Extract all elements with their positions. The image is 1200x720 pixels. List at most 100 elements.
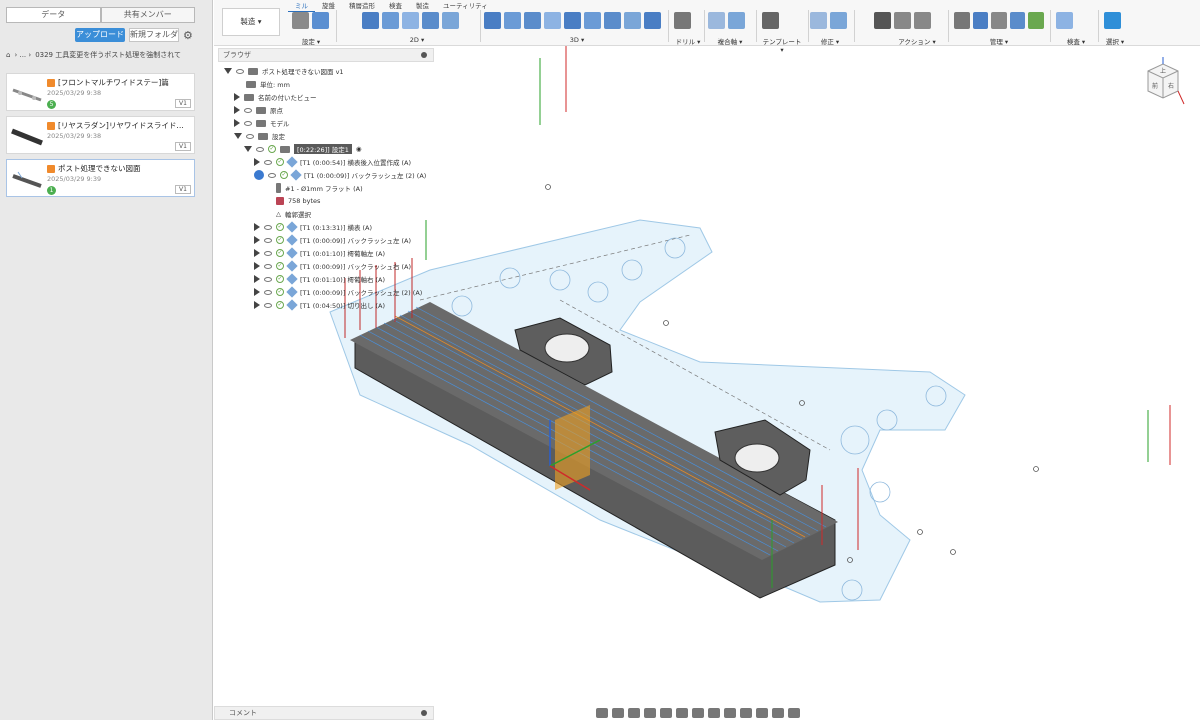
status-badge: 1 bbox=[47, 186, 56, 195]
design-icon bbox=[47, 121, 55, 130]
visibility-eye-icon[interactable] bbox=[264, 289, 272, 295]
steep-shallow-icon bbox=[524, 12, 541, 29]
grid-icon[interactable] bbox=[692, 707, 704, 718]
tree-item-operation[interactable]: ✓ [T1 (0:00:54)] 横表後入位置作成 (A) bbox=[254, 156, 411, 168]
tree-item-named-views[interactable]: 名前の付いたビュー bbox=[234, 91, 317, 103]
toolbar-group-2d[interactable]: 2D ▾ bbox=[362, 12, 472, 44]
visibility-eye-icon[interactable] bbox=[264, 250, 272, 256]
task-manager-icon bbox=[1028, 12, 1044, 29]
view-cube-front[interactable]: 前 bbox=[1152, 82, 1158, 90]
toolbar-group-template[interactable]: テンプレート ▾ bbox=[762, 12, 802, 54]
tab-utilities[interactable]: ユーティリティ bbox=[436, 2, 495, 12]
visibility-eye-icon[interactable] bbox=[264, 237, 272, 243]
toolbar-group-manage[interactable]: 管理 ▾ bbox=[954, 12, 1044, 46]
upload-button[interactable]: アップロード bbox=[75, 28, 125, 42]
tree-item-setup1[interactable]: ✓ [0:22:26]] 設定1 ◉ bbox=[244, 143, 362, 155]
pan-icon[interactable] bbox=[628, 707, 640, 718]
panel-pin-icon[interactable] bbox=[421, 710, 427, 716]
visibility-eye-icon[interactable] bbox=[244, 107, 252, 113]
tree-item-units[interactable]: 単位: mm bbox=[246, 78, 290, 90]
tree-item-operation[interactable]: ✓ [T1 (0:04:50)] 切り出し (A) bbox=[254, 299, 385, 311]
new-folder-button[interactable]: 新規フォルダ bbox=[129, 28, 179, 42]
version-dropdown[interactable]: V1 bbox=[175, 99, 191, 108]
toolbar-group-inspect[interactable]: 検査 ▾ bbox=[1056, 12, 1096, 46]
visibility-eye-icon[interactable] bbox=[264, 263, 272, 269]
tree-item-operation[interactable]: ✓ [T1 (0:00:09)] バックラッシュ左 (A) bbox=[254, 234, 411, 246]
tree-item-tool[interactable]: #1 - Ø1mm フラット (A) bbox=[276, 182, 363, 194]
tree-item-operation[interactable]: ✓ [T1 (0:13:31)] 横表 (A) bbox=[254, 221, 372, 233]
tree-item-operation[interactable]: ✓ [T1 (0:01:10)] 樗葡軸左 (A) bbox=[254, 247, 385, 259]
browser-header[interactable]: ブラウザ bbox=[218, 48, 434, 62]
orbit-icon[interactable] bbox=[596, 707, 608, 718]
tree-item-operation[interactable]: ✓ [T1 (0:00:09)] バックラッシュ左 (2) (A) bbox=[254, 169, 426, 181]
tab-mill[interactable]: ミル bbox=[288, 2, 315, 12]
fit-icon[interactable] bbox=[660, 707, 672, 718]
contour-select-icon: △ bbox=[276, 210, 281, 218]
target-icon[interactable]: ◉ bbox=[356, 145, 362, 153]
toolbar-group-modify[interactable]: 修正 ▾ bbox=[810, 12, 850, 46]
view-cube[interactable]: 上 前 右 bbox=[1138, 56, 1188, 108]
toolbar-group-drill[interactable]: ドリル ▾ bbox=[674, 12, 702, 46]
toolbar-group-multiaxis[interactable]: 複合軸 ▾ bbox=[708, 12, 752, 46]
comments-panel[interactable]: コメント bbox=[214, 706, 434, 720]
visibility-eye-icon[interactable] bbox=[264, 302, 272, 308]
tab-lathe[interactable]: 旋盤 bbox=[315, 2, 342, 12]
tab-fabrication[interactable]: 製造 bbox=[409, 2, 436, 12]
tree-item-contour[interactable]: △ 輪郭選択 bbox=[276, 208, 311, 220]
visibility-eye-icon[interactable] bbox=[264, 276, 272, 282]
2d-contour-icon bbox=[422, 12, 439, 29]
display-settings-icon[interactable] bbox=[676, 707, 688, 718]
workspace-button[interactable]: 製造 ▾ bbox=[222, 8, 280, 36]
visibility-eye-icon[interactable] bbox=[244, 120, 252, 126]
home-icon[interactable]: ⌂ bbox=[6, 51, 10, 59]
effects-icon[interactable] bbox=[772, 707, 784, 718]
tab-additive[interactable]: 積層造形 bbox=[342, 2, 382, 12]
zoom-icon[interactable] bbox=[644, 707, 656, 718]
document-icon bbox=[248, 67, 258, 75]
list-item[interactable]: [リヤスラダン]リヤワイドスライド… 2025/03/29 9:38 V1 bbox=[6, 116, 195, 154]
tree-item-operation[interactable]: ✓ [T1 (0:00:09)] バックラッシュ左 (2) (A) bbox=[254, 286, 422, 298]
tab-inspection[interactable]: 検査 bbox=[382, 2, 409, 12]
tree-item-operation[interactable]: ✓ [T1 (0:01:10)] 樗葡軸右 (A) bbox=[254, 273, 385, 285]
visibility-eye-icon[interactable] bbox=[236, 68, 244, 74]
view-cube-right[interactable]: 右 bbox=[1168, 82, 1174, 90]
tree-item-origin[interactable]: 原点 bbox=[234, 104, 283, 116]
item-date: 2025/03/29 9:39 bbox=[47, 175, 102, 183]
toolbar-group-3d[interactable]: 3D ▾ bbox=[484, 12, 670, 44]
camera-icon[interactable] bbox=[724, 707, 736, 718]
list-item[interactable]: ポスト処理できない図面 2025/03/29 9:39 1 V1 bbox=[6, 159, 195, 197]
panel-pin-icon[interactable] bbox=[421, 52, 427, 58]
operation-icon bbox=[286, 286, 298, 298]
visibility-eye-icon[interactable] bbox=[264, 159, 272, 165]
view-cube-top[interactable]: 上 bbox=[1160, 67, 1166, 75]
tree-item-models[interactable]: モデル bbox=[234, 117, 290, 129]
visibility-eye-icon[interactable] bbox=[246, 133, 254, 139]
tree-item-setups[interactable]: 設定 bbox=[234, 130, 285, 142]
breadcrumb-current[interactable]: 0329 工具変更を伴うポスト処理を強制されて bbox=[35, 50, 181, 60]
toolbar-group-select[interactable]: 選択 ▾ bbox=[1104, 12, 1126, 46]
look-at-icon[interactable] bbox=[612, 707, 624, 718]
visibility-eye-icon[interactable] bbox=[264, 224, 272, 230]
toolpath-display-icon[interactable] bbox=[788, 707, 800, 718]
tree-item-operation[interactable]: ✓ [T1 (0:00:09)] バックラッシュ右 (A) bbox=[254, 260, 411, 272]
version-dropdown[interactable]: V1 bbox=[175, 142, 191, 151]
measure-icon bbox=[1056, 12, 1073, 29]
version-dropdown[interactable]: V1 bbox=[175, 185, 191, 194]
gear-icon[interactable]: ⚙ bbox=[183, 29, 193, 42]
2d-pocket-icon bbox=[382, 12, 399, 29]
list-item[interactable]: [フロントマルチワイドステー]篇 2025/03/29 9:38 5 V1 bbox=[6, 73, 195, 111]
environment-icon[interactable] bbox=[756, 707, 768, 718]
tab-data[interactable]: データ bbox=[6, 7, 101, 23]
tab-shared-members[interactable]: 共有メンバー bbox=[100, 7, 195, 23]
slot-icon bbox=[442, 12, 459, 29]
tree-item-bytes[interactable]: 758 bytes bbox=[276, 195, 320, 207]
toolbar-group-setup[interactable]: 設定 ▾ bbox=[292, 12, 330, 46]
operation-icon bbox=[286, 273, 298, 285]
tree-root[interactable]: ポスト処理できない図面 v1 bbox=[224, 65, 344, 77]
viewports-icon[interactable] bbox=[708, 707, 720, 718]
visibility-eye-icon[interactable] bbox=[268, 172, 276, 178]
operation-icon bbox=[286, 156, 298, 168]
visibility-eye-icon[interactable] bbox=[256, 146, 264, 152]
visual-style-icon[interactable] bbox=[740, 707, 752, 718]
check-icon: ✓ bbox=[276, 301, 284, 309]
